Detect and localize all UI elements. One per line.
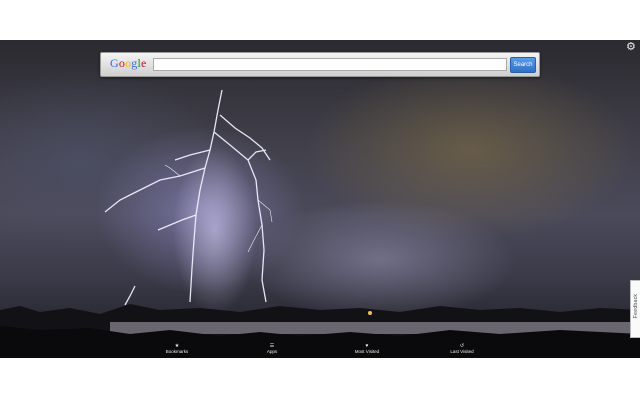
gear-icon[interactable]: ⚙ bbox=[626, 42, 637, 53]
nav-apps[interactable]: ☰ Apps bbox=[242, 342, 302, 358]
search-input[interactable] bbox=[153, 58, 507, 71]
nav-label: Apps bbox=[266, 349, 278, 354]
bottom-nav: ★ Bookmarks ☰ Apps ♥ Most Visited ↺ Last… bbox=[0, 342, 640, 358]
feedback-tab[interactable]: Feedback bbox=[630, 280, 640, 338]
nav-bookmarks[interactable]: ★ Bookmarks bbox=[147, 342, 207, 358]
google-logo: Google bbox=[110, 56, 147, 70]
nav-last-visited[interactable]: ↺ Last Visited bbox=[432, 342, 492, 358]
nav-label: Most Visited bbox=[354, 349, 380, 354]
background-photo: Google Search ⚙ Feedback ★ Bookmarks ☰ A… bbox=[0, 40, 640, 358]
search-button[interactable]: Search bbox=[510, 57, 536, 73]
feedback-label: Feedback bbox=[633, 293, 639, 319]
nav-label: Bookmarks bbox=[165, 349, 189, 354]
nav-label: Last Visited bbox=[450, 349, 474, 354]
nav-most-visited[interactable]: ♥ Most Visited bbox=[337, 342, 397, 358]
search-bar: Google Search bbox=[100, 52, 540, 77]
